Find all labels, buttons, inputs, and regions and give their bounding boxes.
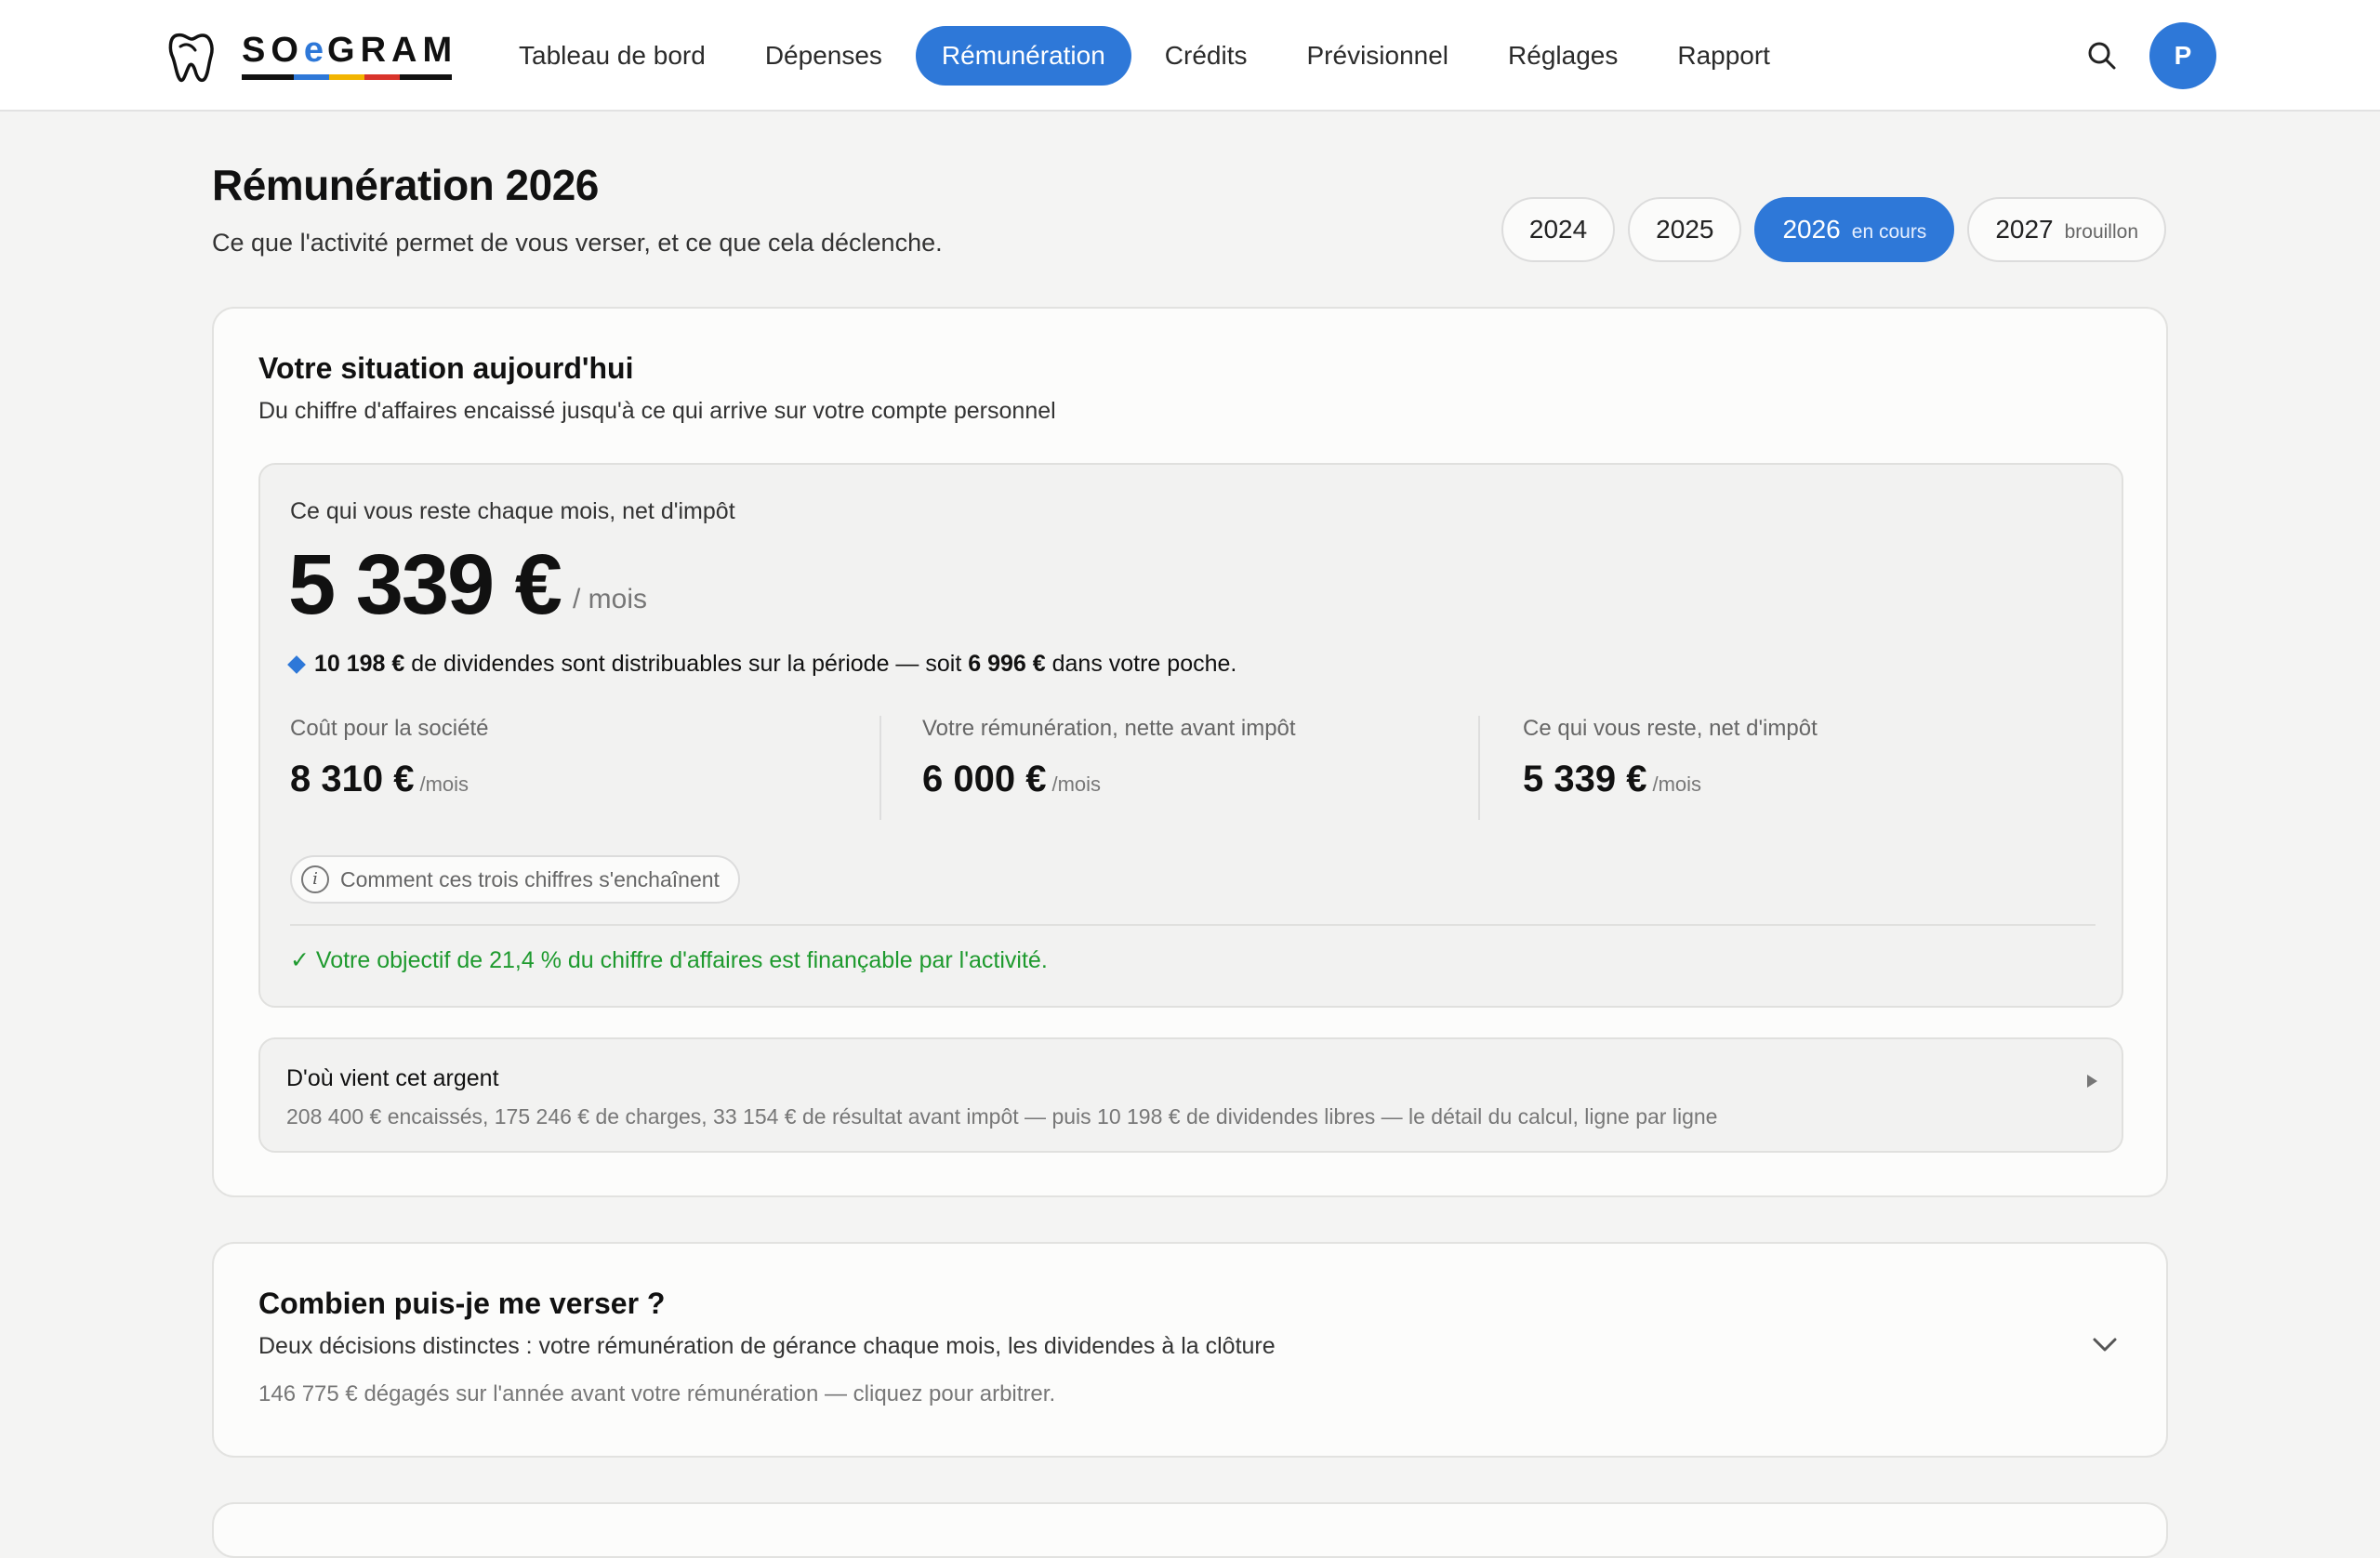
year-pill-2024[interactable]: 2024 xyxy=(1501,197,1616,262)
stat-unit: /mois xyxy=(419,772,469,796)
payout-subtitle: Deux décisions distinctes : votre rémuné… xyxy=(258,1333,1276,1359)
net-income-unit: / mois xyxy=(573,584,648,614)
nav-item-5[interactable]: Réglages xyxy=(1482,26,1644,86)
stat-label: Votre rémunération, nette avant impôt xyxy=(922,716,1296,741)
money-source-description: 208 400 € encaissés, 175 246 € de charge… xyxy=(286,1104,1718,1129)
chevron-down-icon[interactable] xyxy=(2092,1337,2118,1353)
dividends-amount: 10 198 € xyxy=(314,651,405,677)
stat-net-before-tax: Votre rémunération, nette avant impôt 6 … xyxy=(922,716,1296,820)
info-icon: i xyxy=(301,865,329,893)
nav-item-3[interactable]: Crédits xyxy=(1139,26,1274,86)
situation-title: Votre situation aujourd'hui xyxy=(258,351,634,385)
stat-company-cost: Coût pour la société 8 310 €/mois xyxy=(290,716,488,820)
year-pill-2025[interactable]: 2025 xyxy=(1628,197,1742,262)
year-label: 2026 xyxy=(1782,215,1841,244)
stat-value: 5 339 € xyxy=(1523,759,1647,799)
diamond-icon xyxy=(287,654,306,674)
logo-color-bar xyxy=(242,74,452,80)
dividends-pocket: 6 996 € xyxy=(968,651,1046,677)
stat-net-after-tax: Ce qui vous reste, net d'impôt 5 339 €/m… xyxy=(1523,716,1818,820)
search-icon[interactable] xyxy=(2086,40,2118,72)
stat-unit: /mois xyxy=(1652,772,1702,796)
app-logo[interactable]: SOeGRAM xyxy=(167,26,456,86)
year-selector: 2024 2025 2026 en cours 2027 brouillon xyxy=(1488,197,2166,262)
stat-unit: /mois xyxy=(1051,772,1102,796)
logo-text-e: e xyxy=(303,31,328,70)
money-source-disclosure[interactable]: D'où vient cet argent 208 400 € encaissé… xyxy=(258,1037,2123,1153)
expand-arrow-icon xyxy=(2087,1075,2097,1088)
nav-item-2[interactable]: Rémunération xyxy=(915,26,1131,86)
logo-bar-segment xyxy=(400,74,452,80)
year-label: 2025 xyxy=(1656,215,1714,244)
dividends-text: de dividendes sont distribuables sur la … xyxy=(404,651,969,677)
dividends-line: 10 198 € de dividendes sont distribuable… xyxy=(287,651,1237,678)
stat-value-row: 6 000 €/mois xyxy=(922,759,1296,800)
logo-bar-segment xyxy=(364,74,400,80)
nav-item-6[interactable]: Rapport xyxy=(1651,26,1796,86)
tooth-icon xyxy=(168,33,214,83)
nav-item-0[interactable]: Tableau de bord xyxy=(493,26,732,86)
year-pill-2026[interactable]: 2026 en cours xyxy=(1754,197,1955,262)
situation-card: Votre situation aujourd'hui Du chiffre d… xyxy=(212,307,2168,1197)
payout-card[interactable]: Combien puis-je me verser ? Deux décisio… xyxy=(212,1242,2168,1458)
net-income-panel: Ce qui vous reste chaque mois, net d'imp… xyxy=(258,463,2123,1008)
objective-status: ✓ Votre objectif de 21,4 % du chiffre d'… xyxy=(290,947,1048,973)
logo-wordmark: SOeGRAM xyxy=(242,30,457,71)
divider xyxy=(290,924,2096,926)
user-avatar[interactable]: P xyxy=(2149,22,2216,89)
explain-button-label: Comment ces trois chiffres s'enchaînent xyxy=(340,866,720,891)
year-label: 2024 xyxy=(1528,215,1588,244)
stat-divider xyxy=(879,716,881,820)
logo-text-so: SO xyxy=(242,31,304,70)
page-title: Rémunération 2026 xyxy=(212,161,599,209)
stat-value-row: 8 310 €/mois xyxy=(290,759,488,800)
year-status-tag: en cours xyxy=(1851,221,1927,243)
nav-item-1[interactable]: Dépenses xyxy=(739,26,908,86)
nav-item-4[interactable]: Prévisionnel xyxy=(1281,26,1475,86)
stat-value: 6 000 € xyxy=(922,759,1047,799)
stat-value: 8 310 € xyxy=(290,759,415,799)
top-bar: SOeGRAM Tableau de bord Dépenses Rémunérat… xyxy=(0,0,2380,112)
stat-divider xyxy=(1478,716,1480,820)
logo-bar-segment xyxy=(329,74,364,80)
situation-subtitle: Du chiffre d'affaires encaissé jusqu'à c… xyxy=(258,398,1056,424)
year-status-tag: brouillon xyxy=(2064,221,2138,243)
year-label: 2027 xyxy=(1995,215,2054,244)
money-source-title: D'où vient cet argent xyxy=(286,1065,499,1091)
net-income-label: Ce qui vous reste chaque mois, net d'imp… xyxy=(290,498,735,524)
stat-value-row: 5 339 €/mois xyxy=(1523,759,1818,800)
main-nav: Tableau de bord Dépenses Rémunération Crédi… xyxy=(493,26,1804,86)
page-subtitle: Ce que l'activité permet de vous verser,… xyxy=(212,229,943,257)
dividends-text-end: dans votre poche. xyxy=(1045,651,1237,677)
year-pill-2027[interactable]: 2027 brouillon xyxy=(1967,197,2166,262)
payout-note: 146 775 € dégagés sur l'année avant votr… xyxy=(258,1381,1056,1406)
next-card xyxy=(212,1502,2168,1558)
logo-bar-segment xyxy=(294,74,329,80)
logo-bar-segment xyxy=(242,74,294,80)
stat-label: Coût pour la société xyxy=(290,716,489,741)
payout-title: Combien puis-je me verser ? xyxy=(258,1287,666,1320)
explain-button[interactable]: i Comment ces trois chiffres s'enchaînen… xyxy=(290,855,740,904)
net-income-value: 5 339 € xyxy=(288,537,562,632)
logo-text-gram: GRAM xyxy=(327,31,458,70)
stat-label: Ce qui vous reste, net d'impôt xyxy=(1523,716,1818,741)
